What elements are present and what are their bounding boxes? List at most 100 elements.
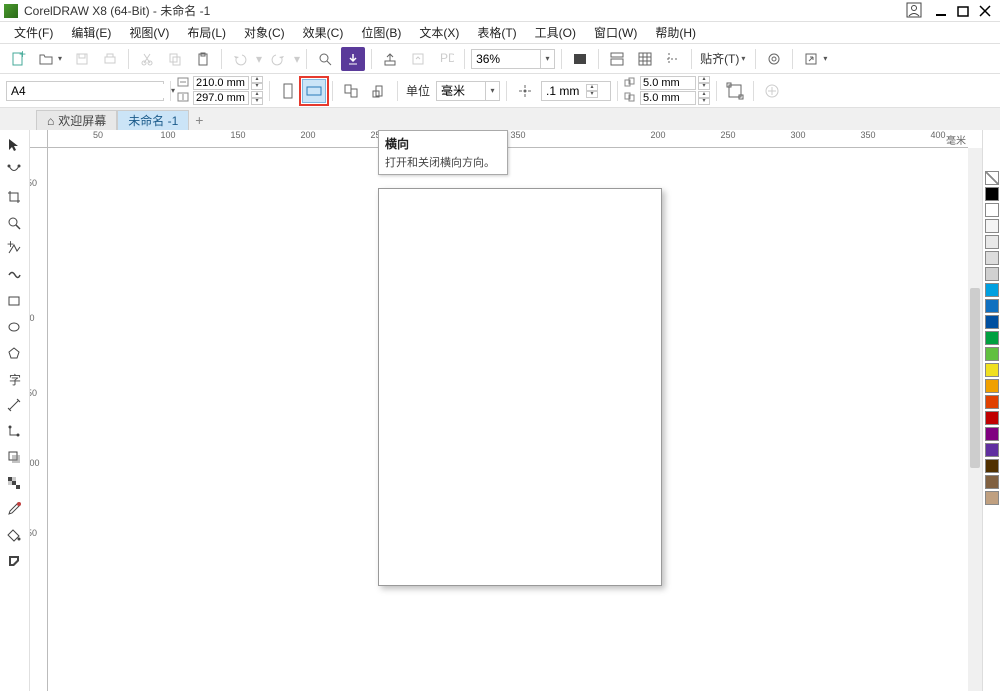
menu-help[interactable]: 帮助(H) <box>647 22 704 43</box>
menu-edit[interactable]: 编辑(E) <box>63 22 119 43</box>
canvas[interactable]: 横向 打开和关闭横向方向。 <box>48 148 968 691</box>
dup-x-input[interactable] <box>640 76 696 90</box>
grid-button[interactable] <box>633 47 657 71</box>
swatch-grey30[interactable] <box>985 251 999 265</box>
swatch-darkblue[interactable] <box>985 315 999 329</box>
crop-tool[interactable] <box>0 184 28 210</box>
transparency-tool[interactable] <box>0 470 28 496</box>
all-pages-button[interactable] <box>339 79 363 103</box>
shape-tool[interactable] <box>0 158 28 184</box>
pdf-button[interactable]: PDF <box>434 47 458 71</box>
scrollbar-thumb[interactable] <box>970 288 980 468</box>
vertical-ruler[interactable]: 50 0 50 100 50 <box>30 148 48 691</box>
undo-button[interactable] <box>228 47 252 71</box>
swatch-beige[interactable] <box>985 491 999 505</box>
swatch-black[interactable] <box>985 187 999 201</box>
menu-object[interactable]: 对象(C) <box>236 22 293 43</box>
page[interactable] <box>378 188 662 586</box>
fullscreen-button[interactable] <box>568 47 592 71</box>
drop-shadow-tool[interactable] <box>0 444 28 470</box>
outline-tool[interactable] <box>0 548 28 574</box>
text-tool[interactable]: 字 <box>0 366 28 392</box>
save-button[interactable] <box>70 47 94 71</box>
width-spin-up[interactable]: ▴ <box>251 76 263 83</box>
minimize-button[interactable] <box>930 2 952 20</box>
menu-file[interactable]: 文件(F) <box>6 22 61 43</box>
close-button[interactable] <box>974 2 996 20</box>
swatch-grey20[interactable] <box>985 235 999 249</box>
add-tab-button[interactable]: + <box>189 110 209 130</box>
options-button[interactable] <box>762 47 786 71</box>
dup-y-spin-up[interactable]: ▴ <box>698 91 710 98</box>
pick-tool[interactable] <box>0 132 28 158</box>
width-spin-down[interactable]: ▾ <box>251 83 263 90</box>
dup-x-spin-up[interactable]: ▴ <box>698 76 710 83</box>
menu-table[interactable]: 表格(T) <box>469 22 524 43</box>
swatch-green[interactable] <box>985 331 999 345</box>
launch-button[interactable] <box>799 47 823 71</box>
menu-layout[interactable]: 布局(L) <box>179 22 234 43</box>
fill-tool[interactable] <box>0 522 28 548</box>
menu-window[interactable]: 窗口(W) <box>586 22 645 43</box>
horizontal-ruler[interactable]: 50100 150200 250300 350 200250 300350 40… <box>48 130 968 148</box>
swatch-tan[interactable] <box>985 475 999 489</box>
tab-current[interactable]: 未命名 -1 <box>117 110 189 130</box>
nudge-input[interactable] <box>542 84 586 98</box>
menu-text[interactable]: 文本(X) <box>411 22 467 43</box>
dup-x-spin-down[interactable]: ▾ <box>698 83 710 90</box>
swatch-cyan[interactable] <box>985 283 999 297</box>
swatch-orange[interactable] <box>985 379 999 393</box>
connector-tool[interactable] <box>0 418 28 444</box>
eyedropper-tool[interactable] <box>0 496 28 522</box>
artistic-media-tool[interactable] <box>0 262 28 288</box>
zoom-tool[interactable] <box>0 210 28 236</box>
search-button[interactable] <box>313 47 337 71</box>
page-frame-button[interactable] <box>723 79 747 103</box>
page-height-input[interactable] <box>193 91 249 105</box>
swatch-yellow[interactable] <box>985 363 999 377</box>
nudge-combo[interactable]: ▴▾ <box>541 81 611 101</box>
launch-dropdown[interactable]: ▾ <box>823 54 831 63</box>
swatch-lightgreen[interactable] <box>985 347 999 361</box>
zoom-input[interactable] <box>472 52 540 66</box>
guides-button[interactable] <box>661 47 685 71</box>
paste-button[interactable] <box>191 47 215 71</box>
swatch-grey10[interactable] <box>985 219 999 233</box>
height-spin-up[interactable]: ▴ <box>251 91 263 98</box>
copy-button[interactable] <box>163 47 187 71</box>
menu-bitmap[interactable]: 位图(B) <box>353 22 409 43</box>
publish-button[interactable] <box>406 47 430 71</box>
current-page-button[interactable] <box>367 79 391 103</box>
zoom-dropdown[interactable]: ▾ <box>540 50 554 68</box>
unit-combo[interactable]: ▾ <box>436 81 500 101</box>
swatch-none[interactable] <box>985 171 999 185</box>
nudge-spin-down[interactable]: ▾ <box>586 91 598 98</box>
new-button[interactable]: + <box>6 47 30 71</box>
open-dropdown[interactable]: ▾ <box>58 54 66 63</box>
snap-label[interactable]: 贴齐(T) <box>700 50 739 67</box>
unit-input[interactable] <box>437 84 485 98</box>
rulers-button[interactable] <box>605 47 629 71</box>
swatch-brown[interactable] <box>985 459 999 473</box>
height-spin-down[interactable]: ▾ <box>251 98 263 105</box>
swatch-white[interactable] <box>985 203 999 217</box>
swatch-violet[interactable] <box>985 443 999 457</box>
menu-tools[interactable]: 工具(O) <box>527 22 584 43</box>
portrait-button[interactable] <box>276 79 300 103</box>
parallel-dim-tool[interactable] <box>0 392 28 418</box>
swatch-grey40[interactable] <box>985 267 999 281</box>
swatch-darkred[interactable] <box>985 411 999 425</box>
menu-view[interactable]: 视图(V) <box>121 22 177 43</box>
cut-button[interactable] <box>135 47 159 71</box>
dup-y-input[interactable] <box>640 91 696 105</box>
swatch-blue[interactable] <box>985 299 999 313</box>
undo-dropdown[interactable]: ▾ <box>256 52 262 66</box>
polygon-tool[interactable] <box>0 340 28 366</box>
open-button[interactable] <box>34 47 58 71</box>
maximize-button[interactable] <box>952 2 974 20</box>
ruler-corner[interactable] <box>30 130 48 148</box>
vertical-scrollbar[interactable] <box>968 148 982 691</box>
page-size-combo[interactable]: ▾ <box>6 81 164 101</box>
page-width-input[interactable] <box>193 76 249 90</box>
redo-button[interactable] <box>266 47 290 71</box>
